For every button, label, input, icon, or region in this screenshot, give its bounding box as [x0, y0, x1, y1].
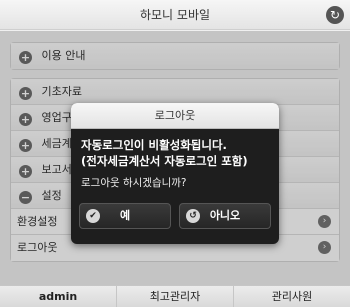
- app-header: 하모니 모바일 ↻: [0, 0, 350, 30]
- no-button[interactable]: ↺ 아니오: [179, 203, 271, 229]
- logout-dialog: 로그아웃 자동로그인이 비활성화됩니다. (전자세금계산서 자동로그인 포함) …: [71, 103, 279, 244]
- footer-company: 관리사원: [271, 290, 313, 303]
- undo-icon: ↺: [186, 209, 200, 223]
- app-title: 하모니 모바일: [139, 8, 211, 22]
- dialog-message-line1: 자동로그인이 비활성화됩니다.: [81, 138, 227, 152]
- footer-bar: admin 최고관리자 관리사원: [0, 285, 350, 307]
- dialog-body: 자동로그인이 비활성화됩니다. (전자세금계산서 자동로그인 포함) 로그아웃 …: [71, 129, 279, 190]
- dialog-message-line2: (전자세금계산서 자동로그인 포함): [81, 154, 248, 168]
- dialog-question: 로그아웃 하시겠습니까?: [81, 177, 187, 189]
- yes-button[interactable]: ✔ 예: [79, 203, 171, 229]
- footer-user-role: 최고관리자: [117, 286, 234, 307]
- check-icon: ✔: [86, 209, 100, 223]
- refresh-icon[interactable]: ↻: [326, 6, 344, 24]
- dialog-title: 로그아웃: [71, 103, 279, 129]
- footer-user-id: admin: [0, 286, 117, 307]
- yes-button-label: 예: [119, 209, 131, 222]
- dialog-buttons: ✔ 예 ↺ 아니오: [79, 203, 271, 229]
- no-button-label: 아니오: [209, 209, 241, 222]
